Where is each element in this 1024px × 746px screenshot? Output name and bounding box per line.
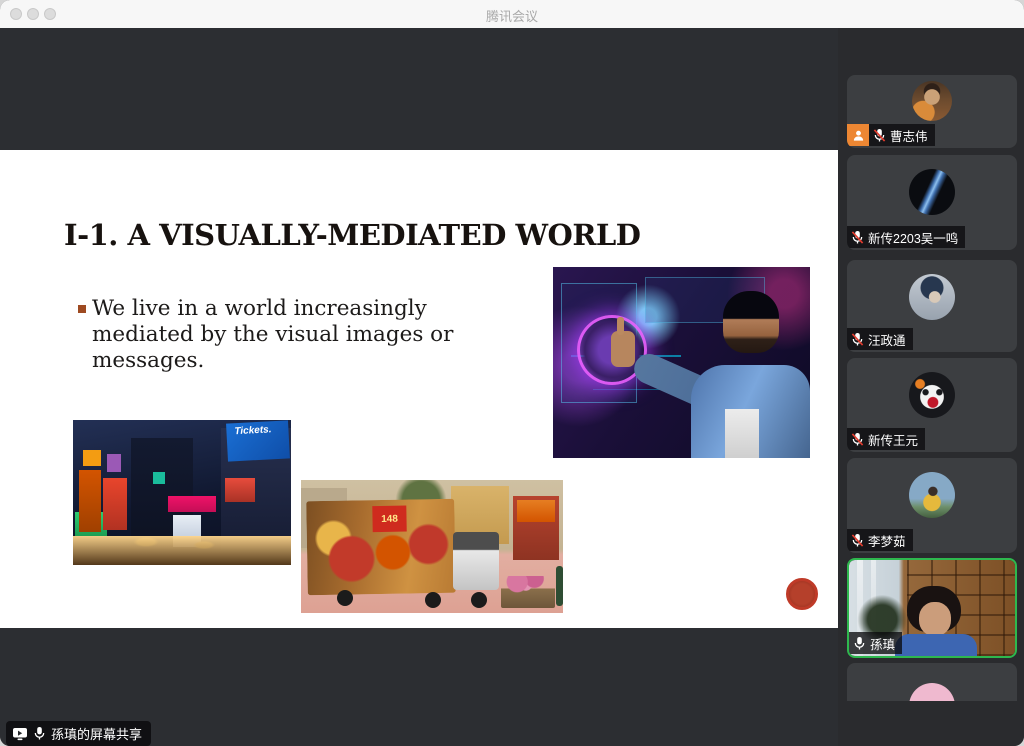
shared-screen-area: I-1. A VISUALLY-MEDIATED WORLD We live i… (0, 28, 838, 746)
tickets-billboard: Tickets. (226, 420, 290, 461)
truck-wheel (471, 592, 487, 608)
participant-tile[interactable]: 曹志伟 (847, 75, 1017, 148)
participant-name-badge: 新传2203吴一鸣 (847, 226, 965, 248)
mic-muted-icon (851, 533, 864, 548)
street-post (556, 566, 563, 606)
participant-tile[interactable]: 李梦茹 (847, 458, 1017, 553)
bullet-square-icon (78, 305, 86, 313)
titlebar: 腾讯会议 (0, 0, 1024, 29)
participant-tile-partial[interactable] (847, 663, 1017, 701)
participant-name: 汪政通 (868, 330, 906, 349)
screen-share-label: 孫瑱的屏幕共享 (51, 724, 142, 743)
slide-title: I-1. A VISUALLY-MEDIATED WORLD (64, 218, 640, 252)
participant-name-badge: 曹志伟 (847, 124, 935, 146)
vr-headset-man-photo (553, 267, 810, 458)
host-icon (847, 124, 869, 146)
truck-wheel (425, 592, 441, 608)
slide-bullet-text: We live in a world increasingly mediated… (92, 296, 470, 375)
avatar (912, 81, 952, 121)
presentation-slide: I-1. A VISUALLY-MEDIATED WORLD We live i… (0, 150, 838, 628)
truck-ad-box: 148 (306, 499, 456, 596)
screen-share-icon (12, 727, 28, 741)
participant-name-badge: 李梦茹 (847, 529, 913, 551)
truck-price-label: 148 (372, 506, 406, 533)
participant-name: 曹志伟 (890, 126, 928, 145)
participants-panel[interactable]: 曹志伟 新传2203吴一鸣 (838, 28, 1024, 746)
truck-cab (453, 532, 499, 590)
participant-name-badge: 汪政通 (847, 328, 913, 350)
participant-tile[interactable]: 新传2203吴一鸣 (847, 155, 1017, 250)
mic-muted-icon (873, 128, 886, 143)
mic-muted-icon (851, 230, 864, 245)
avatar (909, 472, 955, 518)
avatar (909, 372, 955, 418)
avatar (909, 683, 955, 701)
red-seal-stamp (786, 578, 818, 610)
participant-name-badge: 孫瑱 (849, 632, 902, 654)
meeting-window: 腾讯会议 I-1. A VISUALLY-MEDIATED WORLD We l… (0, 0, 1024, 746)
avatar (909, 274, 955, 320)
participant-tile[interactable]: 新传王元 (847, 358, 1017, 452)
slide-bullet-item: We live in a world increasingly mediated… (78, 296, 470, 375)
participant-name: 孫瑱 (870, 634, 895, 653)
screen-share-badge: 孫瑱的屏幕共享 (6, 721, 151, 746)
participant-name: 新传2203吴一鸣 (868, 228, 958, 247)
truck-wheel (337, 590, 353, 606)
mic-on-icon (853, 636, 866, 651)
participant-name-badge: 新传王元 (847, 428, 925, 450)
pointing-finger (617, 317, 624, 335)
man-torso-denim (691, 365, 810, 458)
mic-muted-icon (851, 332, 864, 347)
active-speaker-tile[interactable]: 孫瑱 (847, 558, 1017, 658)
times-square-night-photo: Tickets. (73, 420, 291, 565)
person-shirt (895, 634, 977, 656)
person-face (919, 602, 951, 636)
man-head-vr-headset (723, 291, 779, 353)
flower-planter (501, 576, 555, 608)
content-area: I-1. A VISUALLY-MEDIATED WORLD We live i… (0, 28, 1024, 746)
mic-on-icon (33, 726, 46, 741)
avatar (909, 169, 955, 215)
advertising-truck-photo: 148 (301, 480, 563, 613)
participant-name: 李梦茹 (868, 531, 906, 550)
mic-muted-icon (851, 432, 864, 447)
participant-tile[interactable]: 汪政通 (847, 260, 1017, 352)
participant-name: 新传王元 (868, 430, 918, 449)
window-title: 腾讯会议 (0, 6, 1024, 25)
man-hand (611, 331, 635, 367)
participant-list: 曹志伟 新传2203吴一鸣 (847, 75, 1017, 701)
